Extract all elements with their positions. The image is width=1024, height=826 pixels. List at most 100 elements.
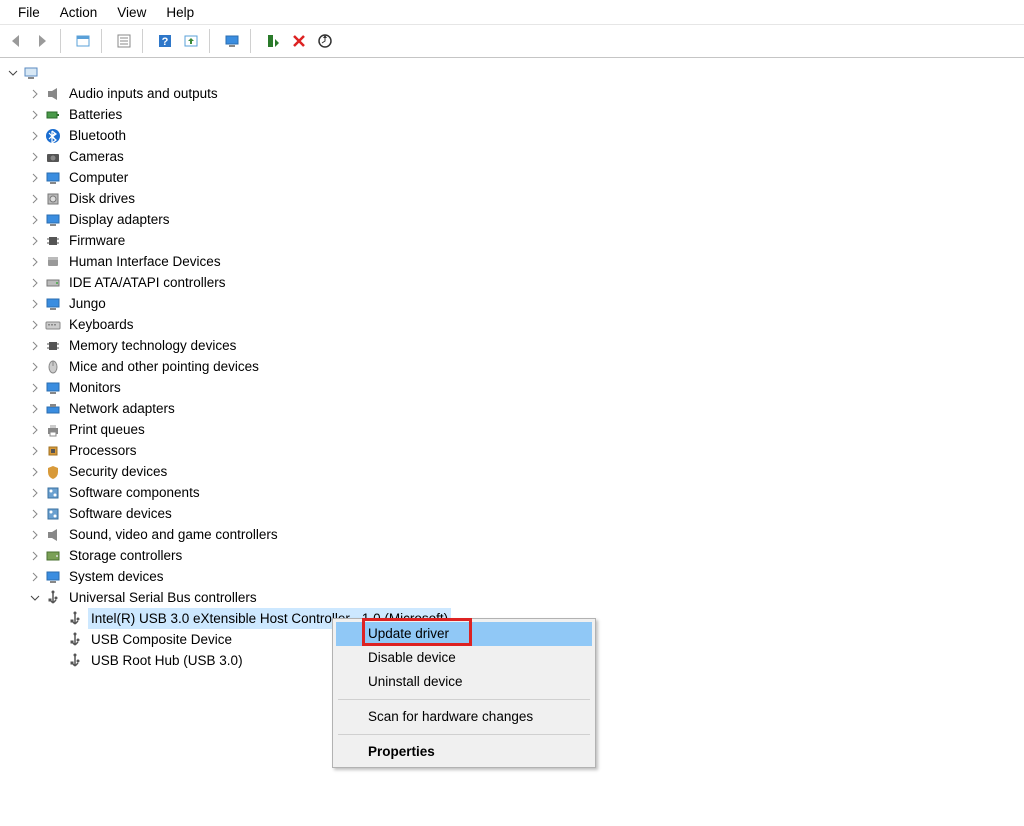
expand-icon[interactable] <box>28 129 42 143</box>
tree-category-disk[interactable]: Disk drives <box>26 188 1024 209</box>
properties-button[interactable] <box>112 29 136 53</box>
forward-button[interactable] <box>30 29 54 53</box>
expand-icon[interactable] <box>28 486 42 500</box>
tree-category-audio[interactable]: Audio inputs and outputs <box>26 83 1024 104</box>
category-label: Monitors <box>66 377 124 398</box>
ctx-properties[interactable]: Properties <box>336 740 592 764</box>
expand-icon[interactable] <box>28 549 42 563</box>
expand-icon[interactable] <box>28 570 42 584</box>
chip-icon <box>45 338 61 354</box>
speaker-icon <box>45 527 61 543</box>
uninstall-button[interactable] <box>287 29 311 53</box>
expand-icon[interactable] <box>28 318 42 332</box>
back-button[interactable] <box>4 29 28 53</box>
tree-category-storage[interactable]: Storage controllers <box>26 545 1024 566</box>
category-label: Human Interface Devices <box>66 251 224 272</box>
collapse-icon[interactable] <box>28 591 42 605</box>
expander-spacer <box>50 612 64 626</box>
expand-icon[interactable] <box>28 234 42 248</box>
device-label: USB Root Hub (USB 3.0) <box>88 650 246 671</box>
expand-icon[interactable] <box>28 444 42 458</box>
expand-icon[interactable] <box>28 507 42 521</box>
show-hidden-button[interactable] <box>71 29 95 53</box>
tree-category-bluetooth[interactable]: Bluetooth <box>26 125 1024 146</box>
mouse-icon <box>45 359 61 375</box>
category-label: Jungo <box>66 293 109 314</box>
component-icon <box>45 485 61 501</box>
device-tree[interactable]: Audio inputs and outputsBatteriesBluetoo… <box>0 58 1024 826</box>
keyboard-icon <box>45 317 61 333</box>
expand-icon[interactable] <box>28 108 42 122</box>
expand-icon[interactable] <box>28 276 42 290</box>
toolbar-separator <box>101 29 107 53</box>
category-label: Disk drives <box>66 188 138 209</box>
expand-icon[interactable] <box>28 402 42 416</box>
computer-icon <box>23 65 39 81</box>
monitor-icon <box>45 212 61 228</box>
tree-category-cameras[interactable]: Cameras <box>26 146 1024 167</box>
tree-category-system[interactable]: System devices <box>26 566 1024 587</box>
expand-icon[interactable] <box>6 66 20 80</box>
expand-icon[interactable] <box>28 360 42 374</box>
monitor-icon <box>45 380 61 396</box>
category-label: Software components <box>66 482 203 503</box>
expand-icon[interactable] <box>28 213 42 227</box>
tree-category-usb[interactable]: Universal Serial Bus controllers <box>26 587 1024 608</box>
update-driver-button[interactable] <box>179 29 203 53</box>
bluetooth-icon <box>45 128 61 144</box>
ctx-scan[interactable]: Scan for hardware changes <box>336 705 592 729</box>
tree-category-hid[interactable]: Human Interface Devices <box>26 251 1024 272</box>
tree-category-batteries[interactable]: Batteries <box>26 104 1024 125</box>
expand-icon[interactable] <box>28 381 42 395</box>
computer-button[interactable] <box>220 29 244 53</box>
tree-category-security[interactable]: Security devices <box>26 461 1024 482</box>
toolbar-separator <box>142 29 148 53</box>
tree-category-display[interactable]: Display adapters <box>26 209 1024 230</box>
tree-category-processors[interactable]: Processors <box>26 440 1024 461</box>
expand-icon[interactable] <box>28 528 42 542</box>
category-label: Computer <box>66 167 131 188</box>
expand-icon[interactable] <box>28 339 42 353</box>
menu-file[interactable]: File <box>8 2 50 23</box>
category-label: Memory technology devices <box>66 335 239 356</box>
menu-help[interactable]: Help <box>156 2 204 23</box>
expand-icon[interactable] <box>28 87 42 101</box>
tree-category-softdev[interactable]: Software devices <box>26 503 1024 524</box>
tree-category-firmware[interactable]: Firmware <box>26 230 1024 251</box>
expand-icon[interactable] <box>28 297 42 311</box>
tree-category-monitors[interactable]: Monitors <box>26 377 1024 398</box>
expand-icon[interactable] <box>28 465 42 479</box>
help-button[interactable]: ? <box>153 29 177 53</box>
tree-category-memory[interactable]: Memory technology devices <box>26 335 1024 356</box>
usb-icon <box>67 611 83 627</box>
expand-icon[interactable] <box>28 150 42 164</box>
tree-root[interactable] <box>4 62 1024 83</box>
ctx-disable-device[interactable]: Disable device <box>336 646 592 670</box>
enable-device-button[interactable] <box>261 29 285 53</box>
tree-category-sound[interactable]: Sound, video and game controllers <box>26 524 1024 545</box>
tree-category-network[interactable]: Network adapters <box>26 398 1024 419</box>
tree-category-softcomp[interactable]: Software components <box>26 482 1024 503</box>
tree-category-jungo[interactable]: Jungo <box>26 293 1024 314</box>
expand-icon[interactable] <box>28 255 42 269</box>
scan-button[interactable] <box>313 29 337 53</box>
category-label: Storage controllers <box>66 545 185 566</box>
expand-icon[interactable] <box>28 192 42 206</box>
printer-icon <box>45 422 61 438</box>
tree-category-mice[interactable]: Mice and other pointing devices <box>26 356 1024 377</box>
ctx-uninstall-device[interactable]: Uninstall device <box>336 670 592 694</box>
tree-category-computer[interactable]: Computer <box>26 167 1024 188</box>
menu-action[interactable]: Action <box>50 2 108 23</box>
category-label: Mice and other pointing devices <box>66 356 262 377</box>
menu-view[interactable]: View <box>107 2 156 23</box>
monitor-icon <box>45 569 61 585</box>
tree-category-print[interactable]: Print queues <box>26 419 1024 440</box>
ctx-update-driver[interactable]: Update driver <box>336 622 592 646</box>
tree-category-ide[interactable]: IDE ATA/ATAPI controllers <box>26 272 1024 293</box>
category-label: Batteries <box>66 104 125 125</box>
expander-spacer <box>50 654 64 668</box>
expand-icon[interactable] <box>28 423 42 437</box>
monitor-icon <box>45 170 61 186</box>
expand-icon[interactable] <box>28 171 42 185</box>
tree-category-keyboards[interactable]: Keyboards <box>26 314 1024 335</box>
